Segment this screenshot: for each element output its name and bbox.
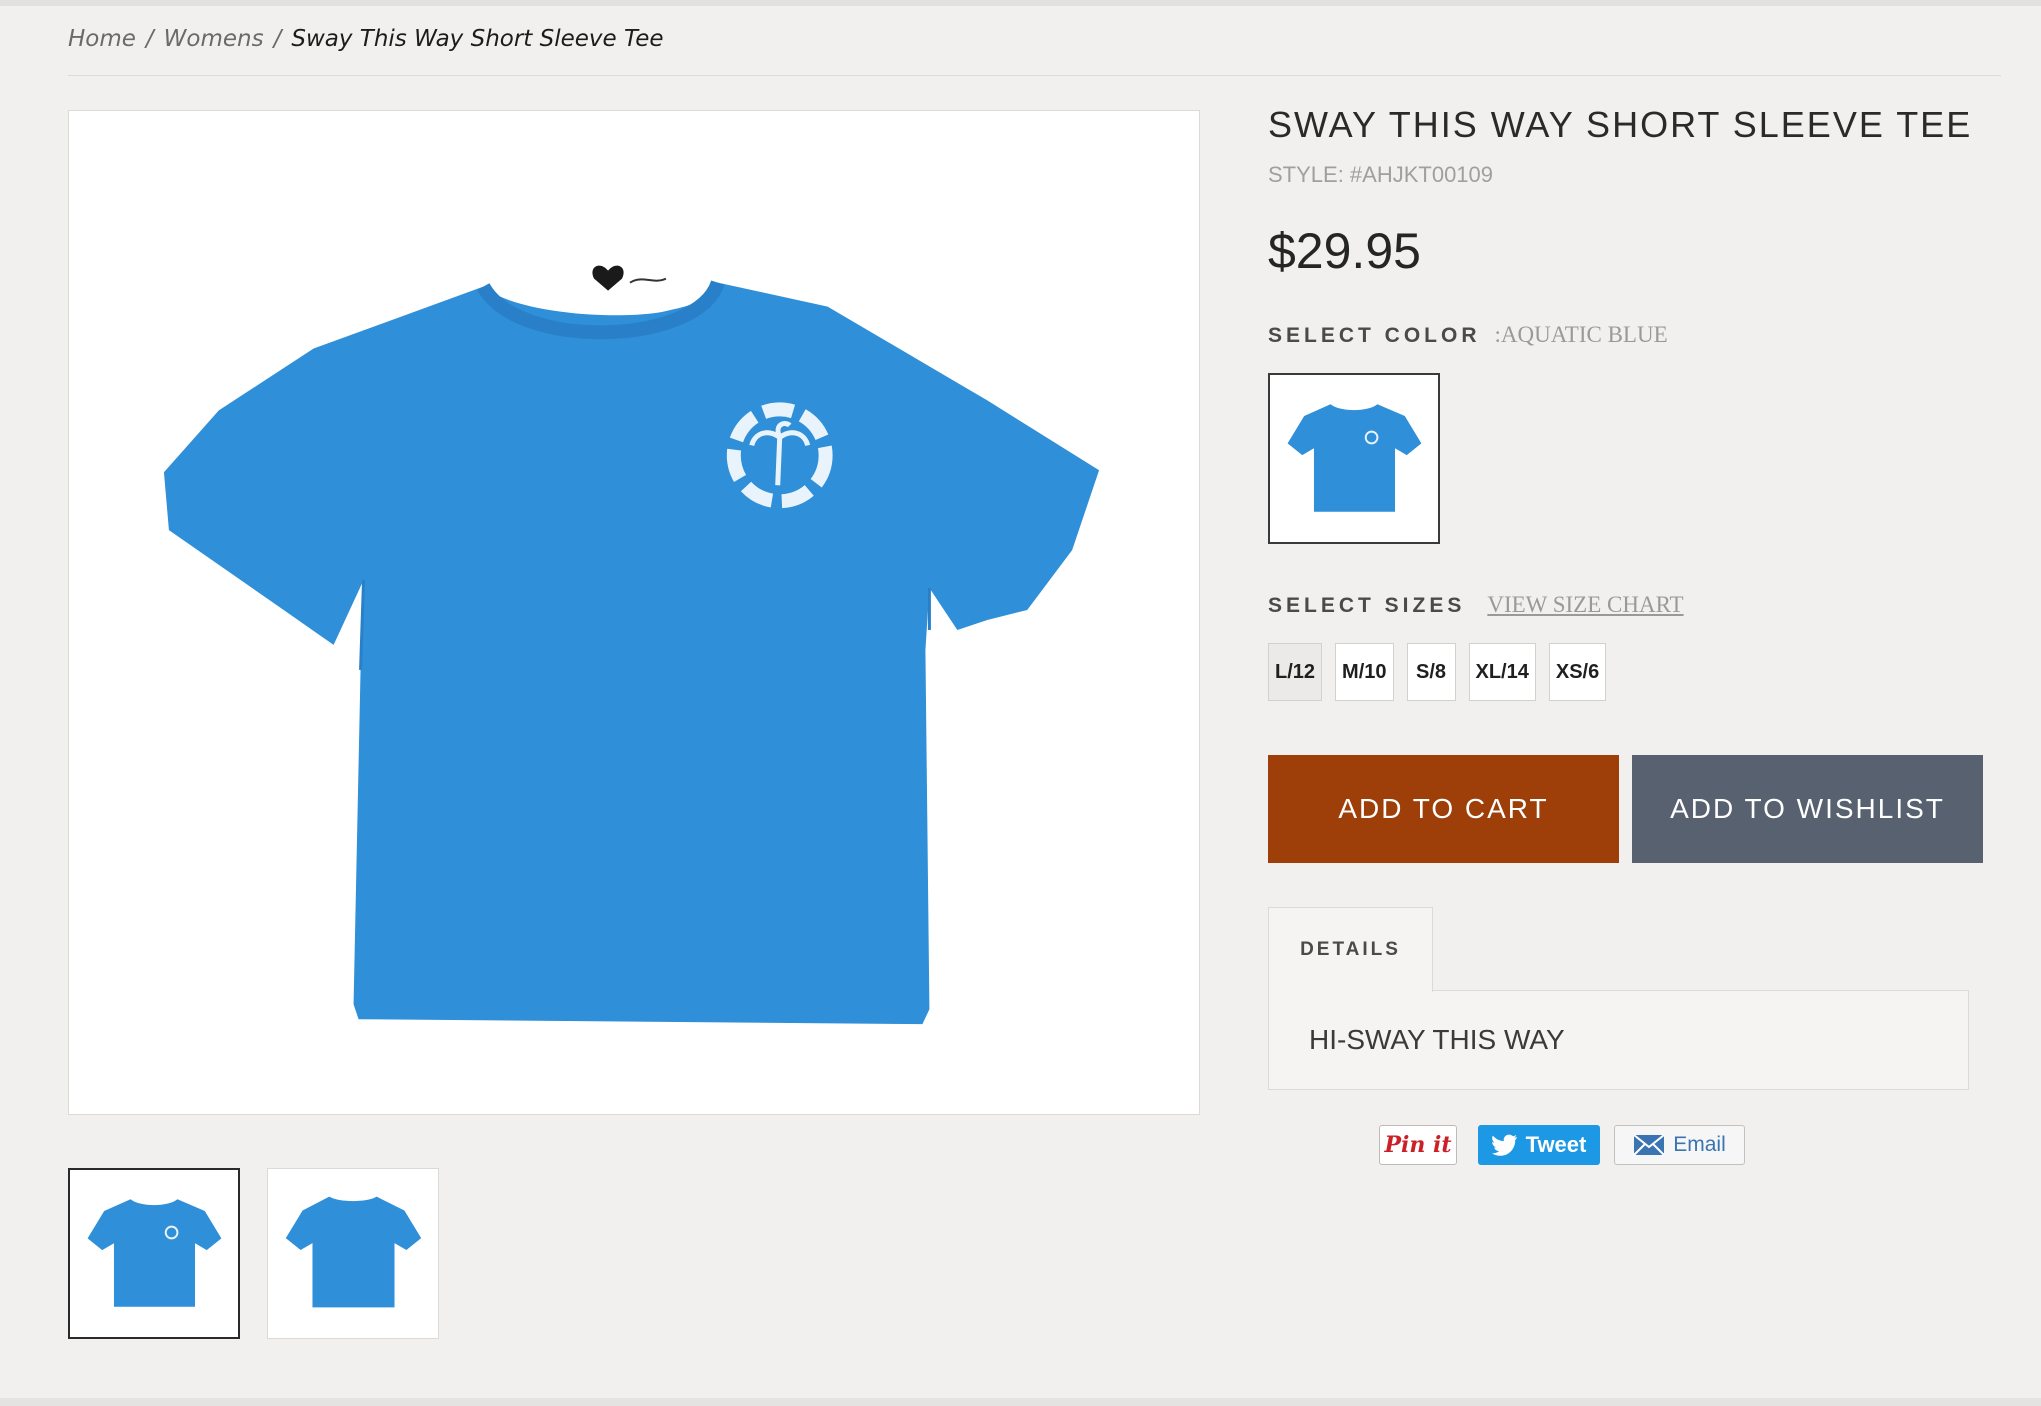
email-share-button[interactable]: Email [1614,1125,1745,1165]
breadcrumb-current: Sway This Way Short Sleeve Tee [291,26,664,52]
twitter-bird-icon [1491,1134,1517,1156]
pinterest-icon: Pin it [1384,1132,1452,1158]
selected-color-value: :AQUATIC BLUE [1494,322,1668,347]
size-option-xs6[interactable]: XS/6 [1548,643,1607,701]
tshirt-swatch-image [1287,404,1422,512]
tweet-label: Tweet [1525,1132,1587,1157]
color-selector-header: SELECT COLOR :AQUATIC BLUE [1268,322,1668,348]
tshirt-front-thumbnail [87,1199,222,1307]
pin-it-button[interactable]: Pin it [1379,1125,1457,1165]
details-text: HI-SWAY THIS WAY [1309,1024,1565,1055]
tweet-button[interactable]: Tweet [1478,1125,1600,1165]
bottom-border [0,1398,2041,1406]
size-option-l12[interactable]: L/12 [1268,643,1323,701]
email-label: Email [1673,1133,1726,1156]
top-border [0,0,2041,6]
header-divider [68,75,2001,76]
product-style-number: STYLE: #AHJKT00109 [1268,162,1494,187]
breadcrumb-separator: / [273,26,282,52]
size-selector-header: SELECT SIZES VIEW SIZE CHART [1268,592,1684,618]
tab-details[interactable]: DETAILS [1268,907,1433,992]
envelope-icon [1633,1134,1665,1156]
breadcrumb-womens[interactable]: Womens [164,26,264,52]
thumbnail-front[interactable] [68,1168,240,1339]
size-option-m10[interactable]: M/10 [1335,643,1394,701]
details-panel: HI-SWAY THIS WAY [1268,990,1969,1090]
size-options: L/12 M/10 S/8 XL/14 XS/6 [1268,643,1607,701]
breadcrumb: Home / Womens / Sway This Way Short Slee… [68,26,664,52]
view-size-chart-link[interactable]: VIEW SIZE CHART [1487,592,1683,618]
product-price: $29.95 [1268,223,1421,279]
color-swatch-aquatic-blue[interactable] [1268,373,1440,544]
breadcrumb-home[interactable]: Home [68,26,136,52]
tshirt-back-thumbnail [285,1196,422,1308]
thumbnail-back[interactable] [267,1168,439,1339]
breadcrumb-separator: / [145,26,154,52]
size-option-xl14[interactable]: XL/14 [1468,643,1536,701]
add-to-cart-button[interactable]: ADD TO CART [1268,755,1619,863]
add-to-wishlist-button[interactable]: ADD TO WISHLIST [1632,755,1983,863]
main-product-image[interactable] [68,110,1200,1115]
select-color-label: SELECT COLOR [1268,324,1481,347]
size-option-s8[interactable]: S/8 [1406,643,1456,701]
tshirt-front-image [163,265,1100,1025]
product-title: SWAY THIS WAY SHORT SLEEVE TEE [1268,104,1973,145]
select-sizes-label: SELECT SIZES [1268,594,1466,617]
